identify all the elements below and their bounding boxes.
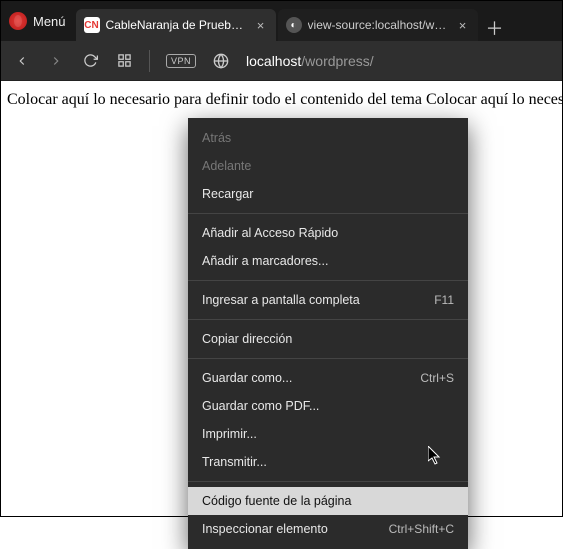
cm-divider: [188, 319, 468, 320]
url-path: /wordpress/: [301, 53, 373, 69]
menu-button[interactable]: Menú: [1, 1, 76, 41]
titlebar: Menú CN CableNaranja de Prueba - C × ◐ v…: [1, 1, 562, 41]
cm-reload[interactable]: Recargar: [188, 180, 468, 208]
favicon-active: CN: [84, 17, 100, 33]
new-tab-button[interactable]: ＋: [480, 15, 510, 41]
cm-save-pdf[interactable]: Guardar como PDF...: [188, 392, 468, 420]
cm-inspect[interactable]: Inspeccionar elementoCtrl+Shift+C: [188, 515, 468, 543]
cm-back[interactable]: Atrás: [188, 124, 468, 152]
tab-inactive[interactable]: ◐ view-source:localhost/worc ×: [278, 9, 478, 41]
cm-print[interactable]: Imprimir...: [188, 420, 468, 448]
page-text: Colocar aquí lo necesario para definir t…: [7, 91, 562, 108]
globe-icon[interactable]: [212, 52, 230, 70]
tab-strip: CN CableNaranja de Prueba - C × ◐ view-s…: [76, 1, 562, 41]
url-host: localhost: [246, 53, 301, 69]
tab-inactive-title: view-source:localhost/worc: [308, 18, 450, 32]
back-icon[interactable]: [13, 52, 31, 70]
cm-speed-dial[interactable]: Añadir al Acceso Rápido: [188, 219, 468, 247]
cm-cast[interactable]: Transmitir...: [188, 448, 468, 476]
cm-divider: [188, 213, 468, 214]
cm-divider: [188, 481, 468, 482]
cm-forward[interactable]: Adelante: [188, 152, 468, 180]
speed-dial-icon[interactable]: [115, 52, 133, 70]
cm-save-as[interactable]: Guardar como...Ctrl+S: [188, 364, 468, 392]
forward-icon[interactable]: [47, 52, 65, 70]
context-menu: Atrás Adelante Recargar Añadir al Acceso…: [188, 118, 468, 549]
separator: [149, 50, 150, 72]
reload-icon[interactable]: [81, 52, 99, 70]
cm-bookmark[interactable]: Añadir a marcadores...: [188, 247, 468, 275]
opera-logo-icon: [9, 12, 27, 30]
favicon-inactive: ◐: [286, 17, 302, 33]
tab-close-icon[interactable]: ×: [254, 18, 268, 32]
url-field[interactable]: localhost/wordpress/: [246, 53, 374, 69]
cm-copy-address[interactable]: Copiar dirección: [188, 325, 468, 353]
page-content: Colocar aquí lo necesario para definir t…: [1, 81, 562, 119]
cm-view-source[interactable]: Código fuente de la página: [188, 487, 468, 515]
menu-label: Menú: [33, 14, 66, 29]
vpn-badge[interactable]: VPN: [166, 54, 196, 68]
cm-fullscreen[interactable]: Ingresar a pantalla completaF11: [188, 286, 468, 314]
tab-active[interactable]: CN CableNaranja de Prueba - C ×: [76, 9, 276, 41]
cm-divider: [188, 280, 468, 281]
cm-divider: [188, 358, 468, 359]
tab-close-icon[interactable]: ×: [456, 18, 470, 32]
address-bar: VPN localhost/wordpress/: [1, 41, 562, 81]
tab-active-title: CableNaranja de Prueba - C: [106, 18, 248, 32]
